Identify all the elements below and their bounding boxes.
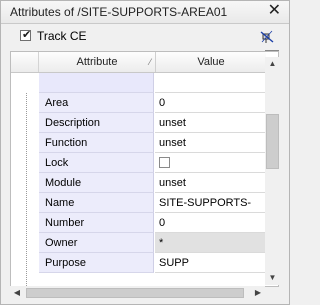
column-header-attribute[interactable]: Attribute ⁄ — [39, 52, 156, 72]
title-bar: Attributes of /SITE-SUPPORTS-AREA01 ✕ — [1, 1, 289, 24]
attributes-table: Attribute ⁄ Value Area 0 Description uns… — [10, 51, 279, 287]
column-header-attribute-label: Attribute — [76, 56, 118, 68]
row-gutter — [11, 153, 38, 173]
attribute-cell: Owner — [39, 233, 154, 253]
value-cell[interactable]: SUPP — [155, 253, 266, 273]
horizontal-scroll-thumb[interactable] — [26, 288, 244, 298]
attribute-cell: Purpose — [39, 253, 154, 273]
table-row[interactable]: Area 0 — [11, 93, 266, 113]
column-header-value[interactable]: Value — [156, 52, 266, 72]
row-gutter — [11, 73, 38, 93]
attribute-cell: Description — [39, 113, 154, 133]
table-row[interactable] — [11, 73, 266, 93]
value-cell-readonly: * — [155, 233, 266, 253]
value-cell[interactable]: unset — [155, 133, 266, 153]
track-ce-label: Track CE — [37, 29, 87, 43]
window-title: Attributes of /SITE-SUPPORTS-AREA01 — [10, 5, 228, 19]
table-row[interactable]: Purpose SUPP — [11, 253, 266, 273]
scroll-down-icon[interactable]: ▼ — [265, 271, 280, 285]
table-row[interactable]: Function unset — [11, 133, 266, 153]
value-cell[interactable]: 0 — [155, 213, 266, 233]
lock-checkbox[interactable] — [159, 157, 170, 168]
scroll-up-icon[interactable]: ▲ — [265, 57, 280, 71]
column-resize-icon[interactable]: ⁄ — [149, 52, 151, 72]
value-cell[interactable]: SITE-SUPPORTS- — [155, 193, 266, 213]
close-icon[interactable]: ✕ — [268, 2, 281, 20]
row-gutter — [11, 213, 38, 233]
scroll-left-icon[interactable]: ◀ — [10, 286, 24, 300]
row-gutter — [11, 133, 38, 153]
unpin-icon[interactable] — [260, 30, 274, 44]
table-row[interactable]: Owner * — [11, 233, 266, 253]
vertical-scroll-thumb[interactable] — [266, 114, 279, 169]
attribute-cell: Lock — [39, 153, 154, 173]
table-header: Attribute ⁄ Value — [11, 52, 266, 73]
vertical-scrollbar[interactable]: ▲ ▼ — [265, 57, 280, 285]
row-gutter — [11, 233, 38, 253]
attribute-cell: Number — [39, 213, 154, 233]
attribute-cell: Name — [39, 193, 154, 213]
attribute-cell: Function — [39, 133, 154, 153]
horizontal-scrollbar[interactable]: ◀ ▶ — [10, 286, 265, 300]
row-gutter — [11, 253, 38, 273]
table-row[interactable]: Module unset — [11, 173, 266, 193]
table-row[interactable]: Name SITE-SUPPORTS- — [11, 193, 266, 213]
value-cell[interactable] — [155, 153, 266, 173]
attributes-panel: Attributes of /SITE-SUPPORTS-AREA01 ✕ ✔ … — [0, 0, 290, 305]
track-ce-checkbox[interactable]: ✔ — [20, 29, 31, 41]
attribute-cell — [39, 73, 154, 93]
header-gutter — [11, 52, 39, 72]
table-row[interactable]: Lock — [11, 153, 266, 173]
row-gutter — [11, 193, 38, 213]
row-gutter — [11, 93, 38, 113]
value-cell[interactable]: unset — [155, 113, 266, 133]
value-cell[interactable] — [155, 73, 266, 93]
scroll-right-icon[interactable]: ▶ — [251, 286, 265, 300]
table-row[interactable]: Description unset — [11, 113, 266, 133]
value-cell[interactable]: unset — [155, 173, 266, 193]
row-gutter — [11, 173, 38, 193]
attribute-cell: Area — [39, 93, 154, 113]
table-row[interactable]: Number 0 — [11, 213, 266, 233]
attribute-cell: Module — [39, 173, 154, 193]
value-cell[interactable]: 0 — [155, 93, 266, 113]
row-gutter — [11, 113, 38, 133]
